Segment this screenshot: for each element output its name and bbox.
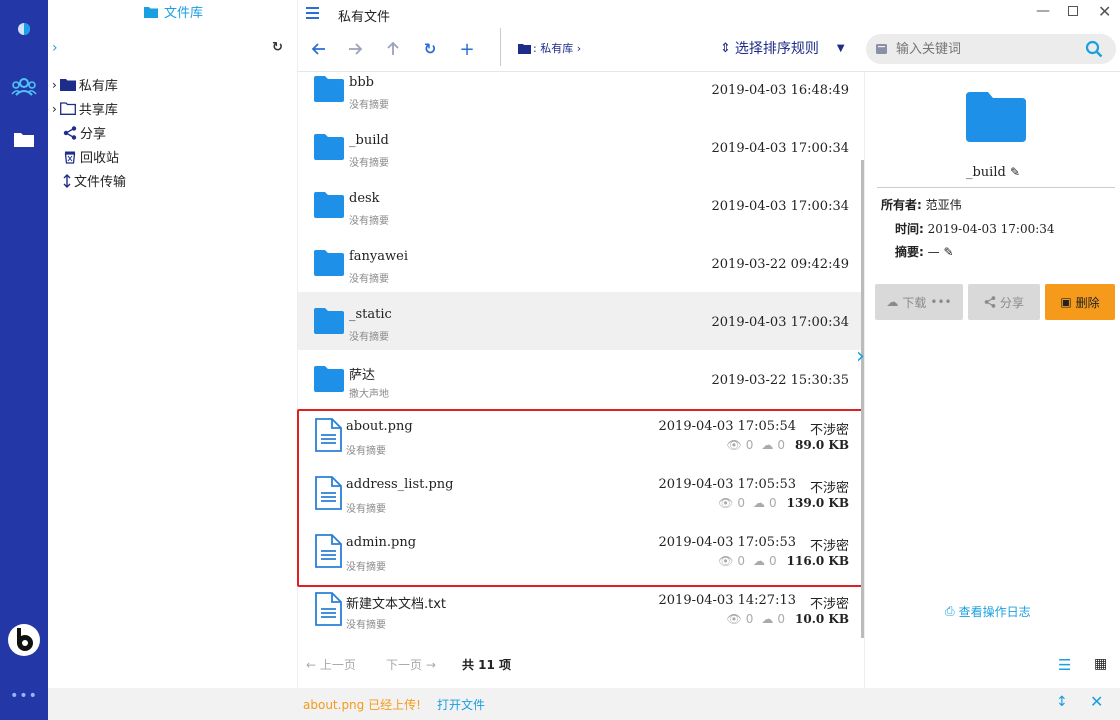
list-item[interactable]: _build 没有摘要 2019-04-03 17:00:34 (298, 130, 862, 188)
tree-item-shared-library[interactable]: › 共享库 (52, 99, 118, 119)
folder-icon (314, 76, 344, 102)
search-input[interactable] (896, 39, 1076, 59)
list-item[interactable]: 新建文本文档.txt 没有摘要 2019-04-03 14:27:13 不涉密 … (298, 584, 862, 642)
transfer-icon (63, 173, 71, 188)
search-box[interactable] (866, 34, 1116, 64)
detail-name: _build ✎ (965, 165, 1021, 180)
folder-large-icon (966, 92, 1026, 142)
delete-button[interactable]: ▣ 删除 (1045, 284, 1115, 320)
detail-owner: 所有者: 范亚伟 (881, 198, 962, 212)
open-file-link[interactable]: 打开文件 (437, 696, 485, 713)
list-item[interactable]: bbb 没有摘要 2019-04-03 16:48:49 (298, 72, 862, 130)
folder-filled-icon (59, 79, 76, 91)
view-log-link[interactable]: ⎙ 查看操作日志 (945, 603, 1031, 620)
tree-item-share[interactable]: 分享 (63, 123, 106, 142)
log-icon: ⎙ (945, 604, 955, 618)
more-icon[interactable]: ••• (0, 688, 48, 704)
detail-summary: 摘要: — ✎ (895, 245, 954, 259)
cloud-download-icon: ☁ (761, 612, 774, 626)
list-item-selected[interactable]: _static 没有摘要 2019-04-03 17:00:34 (298, 292, 862, 350)
edit-icon[interactable]: ✎ (1010, 165, 1020, 179)
next-page-button[interactable]: 下一页 → (386, 656, 436, 673)
download-button[interactable]: ☁ 下载 ••• (875, 284, 963, 320)
list-item[interactable]: 萨达 撒大声地 2019-03-22 15:30:35 (298, 350, 862, 408)
folder-icon (314, 308, 344, 334)
back-arrow-icon[interactable] (308, 38, 330, 60)
more-dots-icon: ••• (930, 295, 952, 309)
close-window-button[interactable]: ✕ (1098, 2, 1111, 21)
sort-icon: ⇕ (720, 40, 731, 56)
tree-item-recycle-bin[interactable]: 回收站 (63, 147, 119, 166)
eye-icon: 👁 (726, 612, 742, 626)
share-button[interactable]: 分享 (968, 284, 1040, 320)
folder-icon (144, 6, 158, 18)
folder-icon (314, 250, 344, 276)
folder-icon (314, 192, 344, 218)
detail-time: 时间: 2019-04-03 17:00:34 (895, 222, 1055, 236)
tree-item-file-transfer[interactable]: 文件传输 (63, 171, 126, 190)
tree-item-private-library[interactable]: › 私有库 (52, 75, 118, 95)
chevron-right-icon[interactable]: › (52, 78, 57, 92)
users-icon[interactable] (0, 76, 48, 98)
refresh-icon[interactable]: ↻ (419, 38, 441, 60)
forward-arrow-icon[interactable] (344, 38, 366, 60)
left-rail: ••• (0, 0, 48, 720)
edit-icon[interactable]: ✎ (943, 245, 953, 259)
chevron-right-icon[interactable]: › (52, 102, 57, 116)
up-arrow-icon[interactable] (382, 38, 404, 60)
book-icon (876, 44, 887, 54)
hamburger-menu-icon[interactable] (306, 7, 319, 19)
folder-icon (314, 366, 344, 392)
transfer-toggle-icon[interactable]: ↕ (1056, 694, 1068, 710)
divider (877, 187, 1115, 188)
app-logo-icon (0, 22, 48, 36)
grid-view-icon[interactable]: ▦ (1094, 656, 1107, 672)
minimize-button[interactable]: — (1036, 3, 1050, 19)
arrow-right-icon: → (425, 658, 436, 672)
status-bar: about.png 已经上传! 打开文件 ↕ ✕ (298, 688, 1120, 720)
toolbar: ↻ + : 私有库 › ⇕ 选择排序规则 ▼ (298, 28, 1120, 72)
recycle-bin-icon (64, 151, 76, 164)
folder-outline-icon (59, 102, 76, 115)
file-delete-icon: ▣ (1060, 295, 1072, 309)
sort-select[interactable]: ⇕ 选择排序规则 ▼ (720, 38, 845, 58)
share-icon (63, 125, 77, 140)
window-title: 私有文件 (338, 10, 391, 25)
pagination: ← 上一页 下一页 → 共 11 项 ☰ ▦ (298, 650, 1120, 680)
cloud-download-icon: ☁ (886, 295, 899, 309)
highlight-box (297, 409, 863, 587)
file-meta: 👁 0 ☁ 0 10.0 KB (726, 612, 850, 626)
upload-message: about.png 已经上传! (303, 698, 421, 712)
brand-logo-icon (0, 622, 48, 658)
share-icon (984, 296, 996, 308)
folder-icon (314, 134, 344, 160)
toolbar-divider (500, 28, 501, 66)
total-count: 共 11 项 (462, 658, 512, 672)
list-item[interactable]: desk 没有摘要 2019-04-03 17:00:34 (298, 188, 862, 246)
tree-title[interactable]: 文件库 (144, 2, 203, 21)
detail-panel: _build ✎ 所有者: 范亚伟 时间: 2019-04-03 17:00:3… (864, 72, 1120, 688)
close-status-icon[interactable]: ✕ (1090, 692, 1103, 711)
prev-page-button[interactable]: ← 上一页 (306, 656, 356, 673)
chevron-down-icon: ▼ (836, 42, 845, 54)
expand-chevron-icon[interactable]: › (52, 40, 58, 56)
library-tree-panel: 文件库 › ↻ › 私有库 › 共享库 分享 回收站 文件传输 (48, 0, 298, 688)
folder-icon (518, 43, 531, 54)
list-view-icon[interactable]: ☰ (1058, 656, 1071, 674)
folder-nav-icon[interactable] (0, 130, 48, 148)
refresh-tree-icon[interactable]: ↻ (272, 40, 283, 55)
title-bar: 私有文件 — ✕ (298, 0, 1120, 28)
status-bar-left (48, 688, 298, 720)
maximize-button[interactable] (1068, 6, 1078, 16)
arrow-left-icon: ← (306, 658, 317, 672)
add-icon[interactable]: + (456, 38, 478, 60)
document-icon (315, 592, 342, 626)
breadcrumb[interactable]: : 私有库 › (518, 40, 581, 56)
search-icon[interactable] (1085, 40, 1103, 58)
